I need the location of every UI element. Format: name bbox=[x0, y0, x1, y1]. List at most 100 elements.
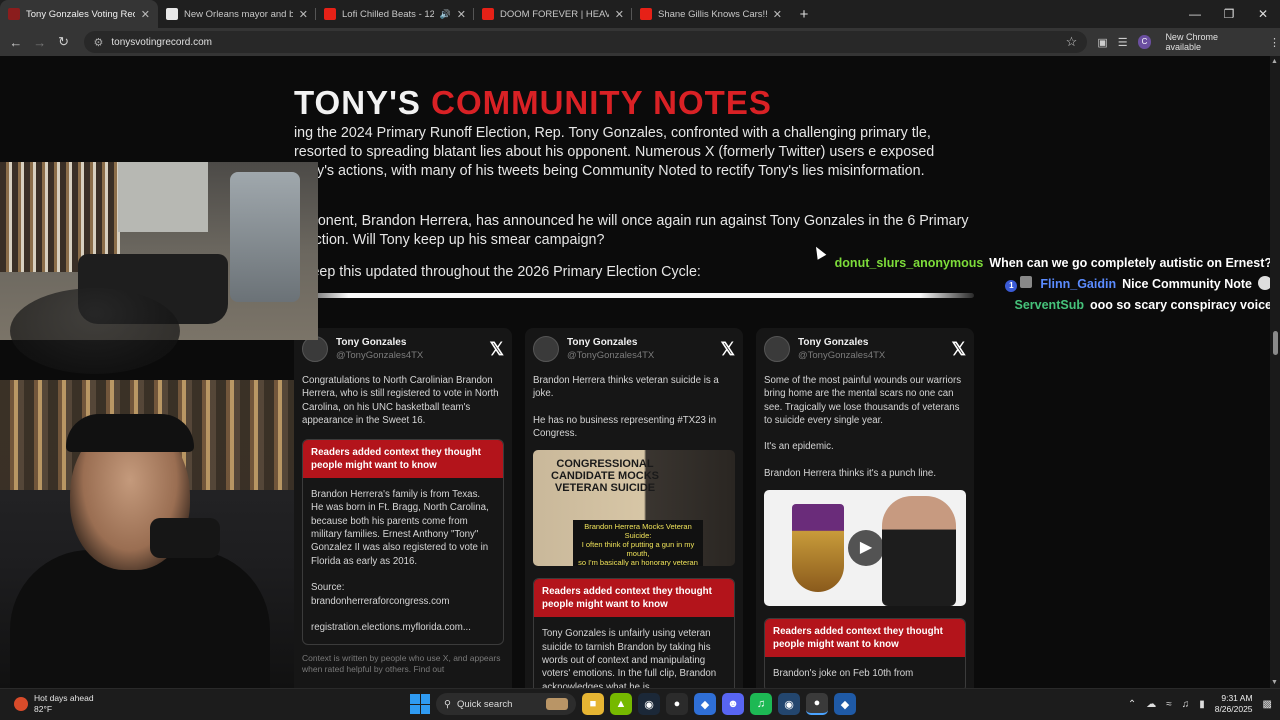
site-info-icon[interactable]: ⚙ bbox=[94, 36, 104, 49]
community-note: Readers added context they thought peopl… bbox=[533, 578, 735, 688]
tweet-text: Some of the most painful wounds our warr… bbox=[764, 375, 962, 480]
news-favicon-icon bbox=[166, 8, 178, 20]
menu-kebab-icon[interactable]: ⋮ bbox=[1269, 36, 1280, 49]
audio-playing-icon[interactable]: 🔊 bbox=[440, 9, 451, 20]
chat-message: 1 Flinn_Gaidin Nice Community Note bbox=[835, 274, 1272, 295]
purple-heart-medal bbox=[792, 504, 844, 593]
extensions-icon[interactable]: ▣ bbox=[1097, 36, 1107, 49]
notifications-icon[interactable]: ▩ bbox=[1263, 699, 1272, 710]
chat-username: ServentSub bbox=[1014, 298, 1084, 312]
nvidia-icon[interactable]: ▲ bbox=[610, 693, 632, 715]
steam-icon[interactable]: ◉ bbox=[638, 693, 660, 715]
file-explorer-icon[interactable]: ■ bbox=[582, 693, 604, 715]
tony-site-favicon-icon bbox=[8, 8, 20, 20]
url-text[interactable]: tonysvotingrecord.com bbox=[111, 37, 212, 48]
author-name: Tony Gonzales bbox=[336, 337, 407, 348]
taskbar-apps: ⚲ Quick search ■ ▲ ◉ ● ◆ ☻ ♫ ◉ ● ◆ bbox=[410, 693, 856, 715]
opponent-paragraph: opponent, Brandon Herrera, has announced… bbox=[294, 213, 969, 248]
chat-username: Flinn_Gaidin bbox=[1040, 277, 1117, 291]
chrome-icon[interactable]: ● bbox=[666, 693, 688, 715]
tweet-video[interactable]: ▶ bbox=[764, 490, 966, 607]
stream-chat-overlay: donut_slurs_anonymous When can we go comp… bbox=[835, 253, 1272, 316]
app-icon[interactable]: ◆ bbox=[694, 693, 716, 715]
tweet-card[interactable]: Tony Gonzales @TonyGonzales4TX 𝕏 Brandon… bbox=[525, 328, 743, 688]
taskbar-search[interactable]: ⚲ Quick search bbox=[436, 693, 576, 715]
tweet-image[interactable]: CONGRESSIONAL CANDIDATE MOCKS VETERAN SU… bbox=[533, 450, 735, 567]
reading-list-icon[interactable]: ☰ bbox=[1118, 36, 1128, 49]
wifi-icon[interactable]: ≈ bbox=[1166, 699, 1172, 710]
system-tray: ⌃ ☁ ≈ ♫ ▮ 9:31 AM 8/26/2025 ▩ bbox=[1128, 693, 1272, 715]
close-tab-icon[interactable]: ✕ bbox=[615, 8, 624, 21]
minimize-button[interactable]: — bbox=[1178, 0, 1212, 28]
address-bar[interactable]: ⚙ tonysvotingrecord.com ☆ bbox=[83, 31, 1088, 53]
app-icon[interactable]: ◆ bbox=[834, 693, 856, 715]
caption-line: I often think of putting a gun in my mou… bbox=[581, 540, 695, 559]
spotify-icon[interactable]: ♫ bbox=[750, 693, 772, 715]
scroll-down-icon[interactable]: ▼ bbox=[1271, 679, 1278, 686]
tab-new-orleans[interactable]: New Orleans mayor and bodyg ✕ bbox=[158, 0, 316, 28]
page-title: TONY'S COMMUNITY NOTES bbox=[294, 84, 772, 122]
scroll-up-icon[interactable]: ▲ bbox=[1271, 58, 1278, 65]
community-note-body: Brandon's joke on Feb 10th from bbox=[773, 668, 914, 680]
discord-icon[interactable]: ☻ bbox=[722, 693, 744, 715]
close-tab-icon[interactable]: ✕ bbox=[141, 8, 150, 21]
tab-doom-forever[interactable]: DOOM FOREVER | HEAVIEST H ✕ bbox=[474, 0, 632, 28]
intro-paragraph: ing the 2024 Primary Runoff Election, Re… bbox=[294, 125, 935, 179]
profile-avatar[interactable]: C bbox=[1137, 35, 1152, 49]
volume-icon[interactable]: ♫ bbox=[1182, 699, 1190, 710]
chevron-up-icon[interactable]: ⌃ bbox=[1128, 699, 1136, 710]
close-tab-icon[interactable]: ✕ bbox=[773, 8, 782, 21]
reload-icon[interactable]: ↻ bbox=[52, 34, 76, 50]
community-note-header: Readers added context they thought peopl… bbox=[534, 579, 734, 618]
page-scrollbar[interactable]: ▲ ▼ bbox=[1270, 56, 1280, 688]
forward-arrow-icon[interactable]: → bbox=[28, 35, 52, 50]
author-name: Tony Gonzales bbox=[567, 337, 638, 348]
play-button-icon[interactable]: ▶ bbox=[848, 530, 884, 567]
tab-tony-voting-record[interactable]: Tony Gonzales Voting Record: A ✕ bbox=[0, 0, 158, 28]
network-icon[interactable]: ☁ bbox=[1146, 699, 1156, 710]
chrome-active-icon[interactable]: ● bbox=[806, 693, 828, 715]
tab-title: New Orleans mayor and bodyg bbox=[184, 8, 293, 20]
tab-lofi[interactable]: Lofi Chilled Beats - 12 Hour 🔊 ✕ bbox=[316, 0, 474, 28]
caption-line: so I'm basically an honorary veteran bbox=[578, 558, 698, 567]
toolbar-right: ▣ ☰ C New Chrome available ⋮ bbox=[1097, 32, 1280, 52]
page-content: TONY'S COMMUNITY NOTES ing the 2024 Prim… bbox=[0, 56, 1280, 688]
clock[interactable]: 9:31 AM 8/26/2025 bbox=[1215, 693, 1253, 715]
author-handle: @TonyGonzales4TX bbox=[336, 350, 424, 361]
community-note-header: Readers added context they thought peopl… bbox=[303, 440, 503, 479]
microphone bbox=[150, 518, 220, 558]
x-logo-icon[interactable]: 𝕏 bbox=[951, 339, 966, 360]
steam-icon[interactable]: ◉ bbox=[778, 693, 800, 715]
youtube-favicon-icon bbox=[482, 8, 494, 20]
author-name: Tony Gonzales bbox=[798, 337, 869, 348]
close-tab-icon[interactable]: ✕ bbox=[457, 8, 466, 21]
browser-toolbar: ← → ↻ ⚙ tonysvotingrecord.com ☆ ▣ ☰ C Ne… bbox=[0, 28, 1280, 56]
desktop-screen: Tony Gonzales Voting Record: A ✕ New Orl… bbox=[0, 0, 1280, 720]
new-chrome-available-button[interactable]: New Chrome available bbox=[1161, 32, 1259, 52]
scrollbar-thumb[interactable] bbox=[1273, 331, 1278, 355]
chat-message: donut_slurs_anonymous When can we go comp… bbox=[835, 253, 1272, 274]
window-controls: — ❐ ✕ bbox=[1178, 0, 1280, 28]
back-arrow-icon[interactable]: ← bbox=[4, 35, 28, 50]
tweet-card[interactable]: Tony Gonzales @TonyGonzales4TX 𝕏 Some of… bbox=[756, 328, 974, 688]
weather-widget[interactable]: Hot days ahead 82°F bbox=[14, 693, 94, 715]
tweet-card[interactable]: Tony Gonzales @TonyGonzales4TX 𝕏 Congrat… bbox=[294, 328, 512, 688]
new-tab-button[interactable]: + bbox=[790, 6, 818, 23]
x-logo-icon[interactable]: 𝕏 bbox=[720, 339, 735, 360]
tab-shane-gillis[interactable]: Shane Gillis Knows Cars!!😂😂 ✕ bbox=[632, 0, 790, 28]
close-tab-icon[interactable]: ✕ bbox=[299, 8, 308, 21]
maximize-button[interactable]: ❐ bbox=[1212, 0, 1246, 28]
community-note-body: Tony Gonzales is unfairly using veteran … bbox=[542, 628, 717, 688]
x-logo-icon[interactable]: 𝕏 bbox=[489, 339, 504, 360]
bookmark-star-icon[interactable]: ☆ bbox=[1066, 34, 1078, 50]
author-handle: @TonyGonzales4TX bbox=[567, 350, 655, 361]
tab-title: Lofi Chilled Beats - 12 Hour bbox=[342, 8, 434, 20]
windows-start-icon[interactable] bbox=[410, 694, 430, 714]
youtube-favicon-icon bbox=[324, 8, 336, 20]
tab-strip: Tony Gonzales Voting Record: A ✕ New Orl… bbox=[0, 0, 1280, 28]
battery-icon[interactable]: ▮ bbox=[1199, 699, 1205, 710]
streamer-camera-feed bbox=[0, 380, 294, 688]
close-window-button[interactable]: ✕ bbox=[1246, 0, 1280, 28]
note-footer: Context is written by people who use X, … bbox=[302, 653, 501, 675]
search-label: Quick search bbox=[456, 698, 513, 710]
